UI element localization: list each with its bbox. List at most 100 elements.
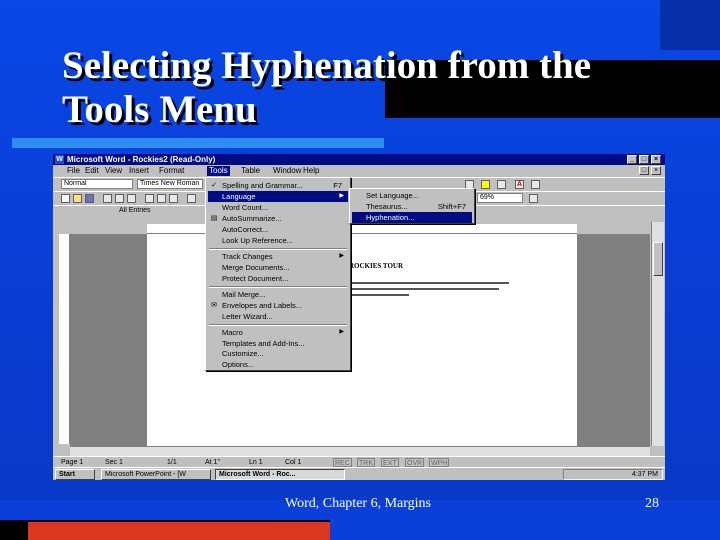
menu-item-envelopes[interactable]: ✉ Envelopes and Labels... <box>208 300 348 311</box>
menu-item-label: Protect Document... <box>222 274 289 283</box>
windows-taskbar: Start Microsoft PowerPoint - [W Microsof… <box>53 467 665 480</box>
close-icon[interactable]: × <box>651 155 661 164</box>
menu-table[interactable]: Table <box>239 166 262 176</box>
menu-item-shortcut: Shift+F7 <box>437 202 466 211</box>
status-section: Sec 1 <box>105 459 123 466</box>
submenu-arrow-icon: ▶ <box>339 193 344 199</box>
title-underline <box>12 138 384 148</box>
slide-page-number: 28 <box>645 496 659 511</box>
menu-item-autocorrect[interactable]: AutoCorrect... <box>208 224 348 235</box>
submenu-arrow-icon: ▶ <box>339 329 344 335</box>
menu-item-label: AutoCorrect... <box>222 225 269 234</box>
menu-file[interactable]: File <box>65 166 82 176</box>
slide-footer: Word, Chapter 6, Margins <box>285 496 431 511</box>
menu-separator <box>209 324 347 326</box>
cut-icon[interactable] <box>145 194 154 203</box>
decor-red-bar <box>28 522 330 540</box>
doc-restore-icon[interactable]: □ <box>639 166 649 175</box>
spell-check-icon: ✓ <box>211 182 217 189</box>
zoom-dropdown[interactable]: 69% <box>477 193 523 203</box>
print-preview-icon[interactable] <box>115 194 124 203</box>
word-logo-icon: W <box>55 155 64 164</box>
menu-item-label: AutoSummarize... <box>222 214 282 223</box>
menu-item-hyphenation[interactable]: Hyphenation... <box>352 212 472 223</box>
paste-icon[interactable] <box>169 194 178 203</box>
taskbar-word[interactable]: Microsoft Word - Roc... <box>215 469 345 480</box>
vertical-scrollbar[interactable] <box>651 222 664 446</box>
taskbar-powerpoint[interactable]: Microsoft PowerPoint - [W <box>101 469 211 480</box>
menu-item-label: Language <box>222 192 256 201</box>
menu-item-track-changes[interactable]: Track Changes ▶ <box>208 251 348 262</box>
menu-item-lookup[interactable]: Look Up Reference... <box>208 235 348 246</box>
save-icon[interactable] <box>85 194 94 203</box>
menu-item-customize[interactable]: Customize... <box>208 349 348 359</box>
menu-item-templates[interactable]: Templates and Add-Ins... <box>208 338 348 349</box>
status-rec[interactable]: REC <box>333 458 352 467</box>
menu-help[interactable]: Help <box>301 166 321 176</box>
menu-tools[interactable]: Tools <box>207 166 230 176</box>
new-document-icon[interactable] <box>61 194 70 203</box>
language-submenu: Set Language... Thesaurus... Shift+F7 Hy… <box>349 188 475 224</box>
document-text-line <box>349 294 409 296</box>
highlight-dropdown-icon[interactable] <box>497 180 506 189</box>
menu-item-macro[interactable]: Macro ▶ <box>208 327 348 338</box>
menu-item-label: Spelling and Grammar... <box>222 181 303 190</box>
help-icon[interactable] <box>529 194 538 203</box>
menu-item-spelling[interactable]: ✓ Spelling and Grammar... F7 <box>208 180 348 191</box>
menu-item-mail-merge[interactable]: Mail Merge... <box>208 289 348 300</box>
menu-window[interactable]: Window <box>271 166 303 176</box>
copy-icon[interactable] <box>157 194 166 203</box>
envelope-icon: ✉ <box>211 302 217 309</box>
font-dropdown[interactable]: Times New Roman <box>137 179 203 189</box>
menu-view[interactable]: View <box>103 166 124 176</box>
menu-item-thesaurus[interactable]: Thesaurus... Shift+F7 <box>352 201 472 212</box>
open-folder-icon[interactable] <box>73 194 82 203</box>
doc-close-icon[interactable]: × <box>651 166 661 175</box>
menu-item-autosummarize[interactable]: ▤ AutoSummarize... <box>208 213 348 224</box>
status-page: Page 1 <box>61 459 84 466</box>
status-trk[interactable]: TRK <box>357 458 375 467</box>
menu-item-label: Options... <box>222 360 255 369</box>
maximize-icon[interactable]: □ <box>639 155 649 164</box>
autotext-entries[interactable]: All Entries <box>117 207 195 217</box>
highlight-icon[interactable] <box>481 180 490 189</box>
menu-item-options[interactable]: Options... <box>208 359 348 370</box>
menu-insert[interactable]: Insert <box>127 166 151 176</box>
status-ovr[interactable]: OVR <box>405 458 425 467</box>
word-window-screenshot: W Microsoft Word - Rockies2 (Read-Only) … <box>53 154 665 480</box>
menu-bar: File Edit View Insert Format Tools Table… <box>53 165 665 177</box>
menu-item-language[interactable]: Language ▶ <box>208 191 348 202</box>
style-dropdown[interactable]: Normal <box>61 179 133 189</box>
spelling-icon[interactable] <box>127 194 136 203</box>
menu-item-letter-wizard[interactable]: Letter Wizard... <box>208 311 348 322</box>
print-icon[interactable] <box>103 194 112 203</box>
window-title: Microsoft Word - Rockies2 (Read-Only) <box>67 155 216 164</box>
menu-format[interactable]: Format <box>157 166 186 176</box>
menu-item-word-count[interactable]: Word Count... <box>208 202 348 213</box>
undo-icon[interactable] <box>187 194 196 203</box>
menu-separator <box>209 248 347 250</box>
window-titlebar: W Microsoft Word - Rockies2 (Read-Only) … <box>53 154 665 165</box>
status-ext[interactable]: EXT <box>381 458 399 467</box>
document-text-line <box>349 282 509 284</box>
menu-item-protect-document[interactable]: Protect Document... <box>208 273 348 284</box>
status-wph[interactable]: WPH <box>429 458 450 467</box>
menu-item-label: Mail Merge... <box>222 290 266 299</box>
menu-item-merge-documents[interactable]: Merge Documents... <box>208 262 348 273</box>
menu-item-label: Look Up Reference... <box>222 236 293 245</box>
menu-edit[interactable]: Edit <box>83 166 101 176</box>
menu-item-label: Track Changes <box>222 252 273 261</box>
menu-item-label: Envelopes and Labels... <box>222 301 303 310</box>
font-color-dropdown-icon[interactable] <box>531 180 540 189</box>
menu-item-set-language[interactable]: Set Language... <box>352 190 472 201</box>
minimize-icon[interactable]: _ <box>627 155 637 164</box>
scroll-thumb[interactable] <box>653 242 663 276</box>
system-tray: 4:37 PM <box>563 469 663 480</box>
font-color-icon[interactable]: A <box>515 180 524 189</box>
start-button[interactable]: Start <box>55 469 95 480</box>
menu-separator <box>209 286 347 288</box>
autosummarize-icon: ▤ <box>210 215 218 222</box>
document-text-line <box>349 288 499 290</box>
vertical-ruler[interactable] <box>59 234 70 444</box>
status-column: Col 1 <box>285 459 302 466</box>
